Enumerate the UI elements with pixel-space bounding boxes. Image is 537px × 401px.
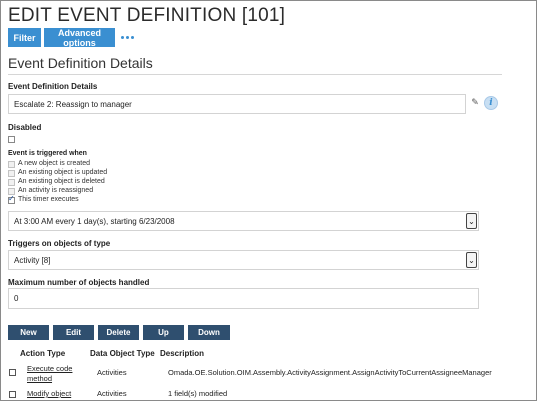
data-object-type-cell: Activities: [97, 389, 127, 398]
down-button[interactable]: Down: [188, 325, 230, 340]
trigger-checkbox-deleted[interactable]: [8, 179, 15, 186]
details-label: Event Definition Details: [8, 82, 98, 91]
edit-button[interactable]: Edit: [53, 325, 94, 340]
trigger-option-label: A new object is created: [18, 160, 90, 167]
action-type-link[interactable]: Modify object: [27, 389, 71, 398]
object-type-select-value: Activity [8]: [14, 255, 51, 265]
ellipsis-icon[interactable]: [121, 28, 134, 47]
details-input-value: Escalate 2: Reassign to manager: [14, 99, 132, 109]
object-type-select[interactable]: Activity [8] ⌄: [8, 250, 479, 270]
max-objects-label: Maximum number of objects handled: [8, 278, 150, 287]
max-objects-value: 0: [14, 294, 19, 303]
page-title: EDIT EVENT DEFINITION [101]: [8, 5, 286, 26]
up-button[interactable]: Up: [143, 325, 184, 340]
max-objects-input[interactable]: 0: [8, 288, 479, 309]
trigger-option-label: An existing object is updated: [18, 169, 108, 176]
disabled-checkbox[interactable]: [8, 136, 15, 143]
trigger-checkbox-updated[interactable]: [8, 170, 15, 177]
data-object-type-cell: Activities: [97, 368, 127, 377]
object-type-label: Triggers on objects of type: [8, 239, 111, 248]
row-checkbox[interactable]: [9, 391, 16, 398]
section-title: Event Definition Details: [8, 55, 153, 71]
new-button[interactable]: New: [8, 325, 49, 340]
trigger-option-label: An existing object is deleted: [18, 178, 105, 185]
advanced-options-button[interactable]: Advanced options: [44, 28, 115, 48]
trigger-checkbox-created[interactable]: [8, 161, 15, 168]
trigger-label: Event is triggered when: [8, 150, 87, 157]
trigger-option-label: This timer executes: [18, 196, 79, 203]
section-divider: [8, 74, 502, 75]
column-header-description[interactable]: Description: [160, 349, 204, 358]
description-cell: 1 field(s) modified: [168, 389, 228, 398]
column-header-action-type[interactable]: Action Type: [20, 349, 65, 358]
chevron-down-icon[interactable]: ⌄: [466, 252, 477, 268]
action-type-link[interactable]: method: [27, 374, 52, 383]
edit-icon[interactable]: ✎: [470, 97, 480, 107]
timer-select[interactable]: At 3:00 AM every 1 day(s), starting 6/23…: [8, 211, 479, 231]
column-header-data-object-type[interactable]: Data Object Type: [90, 349, 155, 358]
disabled-label: Disabled: [8, 123, 42, 132]
timer-select-value: At 3:00 AM every 1 day(s), starting 6/23…: [14, 216, 175, 226]
trigger-checkbox-timer[interactable]: [8, 194, 15, 204]
delete-button[interactable]: Delete: [98, 325, 139, 340]
action-type-link[interactable]: Execute code: [27, 364, 72, 373]
row-checkbox[interactable]: [9, 369, 16, 376]
details-input[interactable]: Escalate 2: Reassign to manager: [8, 94, 466, 114]
trigger-option-label: An activity is reassigned: [18, 187, 94, 194]
info-icon[interactable]: i: [484, 96, 498, 110]
chevron-down-icon[interactable]: ⌄: [466, 213, 477, 229]
description-cell: Omada.OE.Solution.OIM.Assembly.ActivityA…: [168, 368, 492, 377]
filter-button[interactable]: Filter: [8, 28, 41, 47]
